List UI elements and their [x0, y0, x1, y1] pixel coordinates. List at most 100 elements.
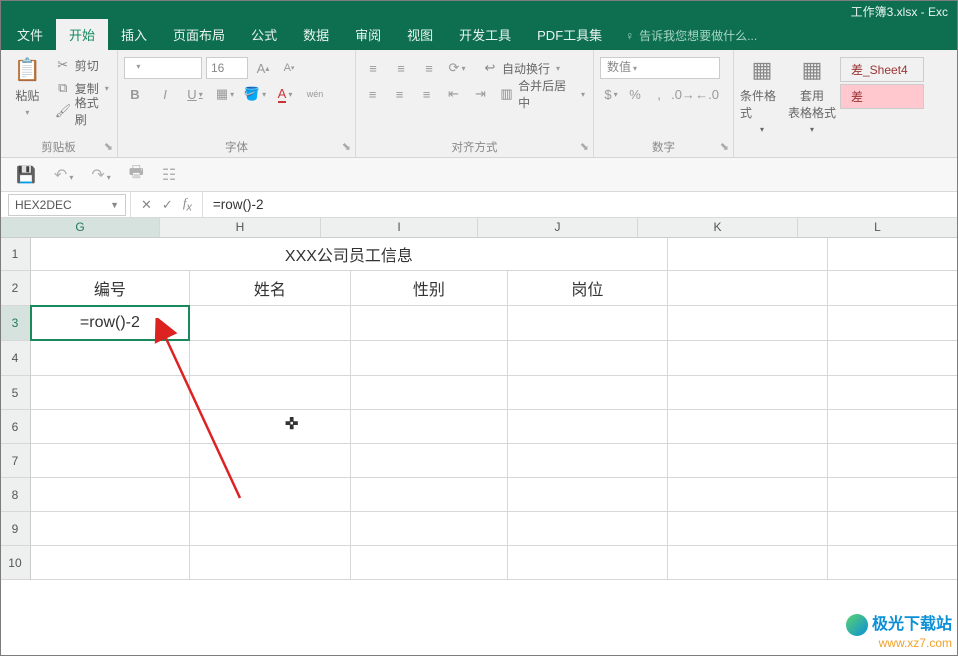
column-header-G[interactable]: G — [1, 218, 160, 237]
cell[interactable] — [668, 306, 828, 341]
row-header-6[interactable]: 6 — [0, 410, 31, 444]
cell[interactable] — [508, 306, 668, 341]
confirm-formula-button[interactable]: ✓ — [162, 197, 173, 213]
cell[interactable] — [508, 546, 668, 580]
accounting-format-button[interactable]: $ — [600, 83, 622, 105]
orientation-button[interactable]: ⟳ — [446, 57, 468, 79]
header-cell[interactable]: 编号 — [31, 271, 190, 306]
cell[interactable] — [190, 410, 351, 444]
tab-developer[interactable]: 开发工具 — [446, 19, 524, 50]
cell[interactable] — [31, 546, 190, 580]
column-header-H[interactable]: H — [160, 218, 321, 237]
clipboard-launcher-icon[interactable]: ⬊ — [104, 140, 113, 153]
row-header-9[interactable]: 9 — [0, 512, 31, 546]
cell[interactable] — [508, 376, 668, 410]
cell[interactable] — [351, 444, 508, 478]
tab-page-layout[interactable]: 页面布局 — [160, 19, 238, 50]
cell[interactable] — [828, 410, 958, 444]
cell[interactable] — [828, 478, 958, 512]
cell[interactable] — [31, 341, 190, 376]
paste-button[interactable]: 📋 粘贴 ▾ — [6, 53, 49, 117]
undo-button[interactable]: ↶ — [54, 165, 73, 185]
align-right-button[interactable]: ≡ — [416, 83, 437, 105]
row-header-3[interactable]: 3 — [0, 306, 31, 341]
cell[interactable] — [828, 238, 958, 271]
tab-data[interactable]: 数据 — [290, 19, 342, 50]
cell-style-bad[interactable]: 差 — [840, 84, 924, 109]
column-header-I[interactable]: I — [321, 218, 478, 237]
cell[interactable] — [828, 376, 958, 410]
italic-button[interactable]: I — [154, 83, 176, 105]
fill-color-button[interactable]: 🪣 — [244, 83, 266, 105]
save-icon[interactable]: 💾 — [16, 165, 36, 185]
cell[interactable] — [351, 512, 508, 546]
active-cell[interactable]: =row()-2 — [30, 305, 190, 341]
cell[interactable] — [668, 341, 828, 376]
comma-format-button[interactable]: , — [648, 83, 670, 105]
font-family-select[interactable] — [124, 57, 202, 79]
cell[interactable] — [668, 238, 828, 271]
tab-view[interactable]: 视图 — [394, 19, 446, 50]
cell[interactable] — [508, 410, 668, 444]
alignment-launcher-icon[interactable]: ⬊ — [580, 140, 589, 153]
wrap-text-button[interactable]: ↩自动换行 — [480, 58, 562, 78]
cell[interactable] — [351, 376, 508, 410]
increase-font-button[interactable]: A▴ — [252, 57, 274, 79]
cell[interactable] — [31, 410, 190, 444]
phonetic-button[interactable]: wén — [304, 83, 326, 105]
cell[interactable] — [668, 546, 828, 580]
tab-formulas[interactable]: 公式 — [238, 19, 290, 50]
cancel-formula-button[interactable]: ✕ — [141, 197, 152, 213]
merge-center-button[interactable]: ▥合并后居中 — [497, 84, 587, 104]
row-header-4[interactable]: 4 — [0, 341, 31, 376]
font-color-button[interactable]: A — [274, 83, 296, 105]
indent-decrease-button[interactable]: ⇤ — [443, 83, 464, 105]
cell[interactable] — [190, 444, 351, 478]
cell[interactable] — [508, 512, 668, 546]
cell[interactable] — [31, 512, 190, 546]
cell[interactable] — [190, 306, 351, 341]
cell[interactable] — [351, 306, 508, 341]
fx-button[interactable]: fx — [183, 195, 192, 214]
align-top-button[interactable]: ≡ — [362, 57, 384, 79]
align-bottom-button[interactable]: ≡ — [418, 57, 440, 79]
decrease-font-button[interactable]: A▾ — [278, 57, 300, 79]
conditional-format-button[interactable]: ▦条件格式▾ — [740, 53, 784, 134]
cell[interactable] — [508, 444, 668, 478]
column-header-J[interactable]: J — [478, 218, 638, 237]
cell[interactable] — [31, 376, 190, 410]
row-header-7[interactable]: 7 — [0, 444, 31, 478]
row-header-10[interactable]: 10 — [0, 546, 31, 580]
header-cell[interactable]: 姓名 — [190, 271, 351, 306]
cell[interactable] — [828, 271, 958, 306]
cell[interactable] — [828, 341, 958, 376]
cell[interactable] — [190, 512, 351, 546]
underline-button[interactable]: U — [184, 83, 206, 105]
tab-home[interactable]: 开始 — [56, 19, 108, 50]
cell[interactable] — [668, 444, 828, 478]
decrease-decimal-button[interactable]: ←.0 — [696, 83, 718, 105]
percent-format-button[interactable]: % — [624, 83, 646, 105]
cell[interactable] — [351, 341, 508, 376]
cell[interactable] — [190, 341, 351, 376]
cell[interactable] — [828, 512, 958, 546]
cell[interactable] — [828, 444, 958, 478]
column-header-K[interactable]: K — [638, 218, 798, 237]
title-cell[interactable]: XXX公司员工信息 — [31, 238, 668, 271]
cell[interactable] — [828, 546, 958, 580]
number-format-select[interactable]: 数值 — [600, 57, 720, 79]
cell[interactable] — [31, 478, 190, 512]
cell[interactable] — [668, 512, 828, 546]
formula-input[interactable] — [203, 192, 958, 217]
cell[interactable] — [351, 546, 508, 580]
tab-review[interactable]: 审阅 — [342, 19, 394, 50]
cell[interactable] — [351, 410, 508, 444]
column-header-L[interactable]: L — [798, 218, 958, 237]
cell[interactable] — [351, 478, 508, 512]
cell[interactable] — [668, 410, 828, 444]
cell[interactable] — [508, 478, 668, 512]
font-size-select[interactable] — [206, 57, 248, 79]
cell[interactable] — [190, 546, 351, 580]
align-center-button[interactable]: ≡ — [389, 83, 410, 105]
row-header-1[interactable]: 1 — [0, 238, 31, 271]
